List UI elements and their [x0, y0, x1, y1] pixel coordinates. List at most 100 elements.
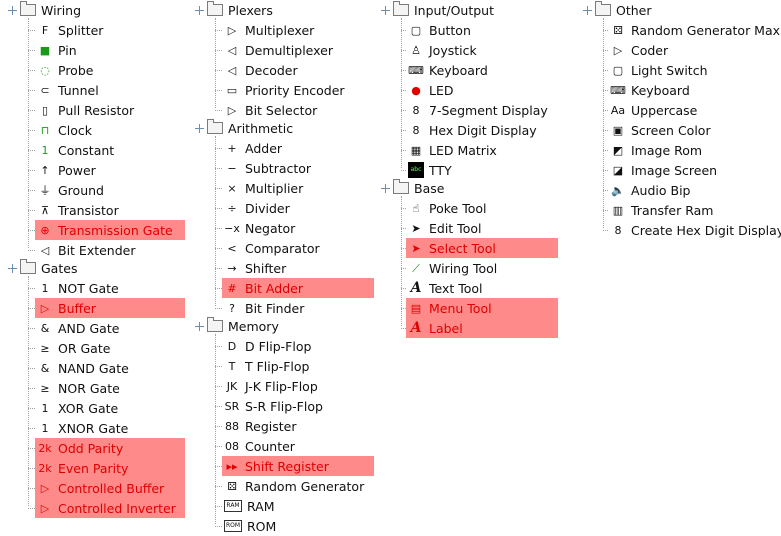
tree-item-tty[interactable]: abc TTY: [406, 160, 456, 180]
tree-item-constant[interactable]: 1 Constant: [35, 140, 118, 160]
group-arithmetic[interactable]: Arithmetic: [195, 118, 293, 138]
tree-item-random-generator-max[interactable]: ⚄ Random Generator Max: [608, 20, 781, 40]
tree-item-image-rom[interactable]: ◩ Image Rom: [608, 140, 706, 160]
tree-item-joystick[interactable]: ♙ Joystick: [406, 40, 481, 60]
tree-item-ram[interactable]: RAM RAM: [222, 496, 279, 516]
tree-item-multiplexer[interactable]: ▷ Multiplexer: [222, 20, 318, 40]
expand-toggle-icon[interactable]: [381, 183, 390, 193]
tree-item-not-gate[interactable]: 1 NOT Gate: [35, 278, 123, 298]
tree-item-bit-finder[interactable]: ? Bit Finder: [222, 298, 308, 318]
group-wiring[interactable]: Wiring: [8, 0, 81, 20]
tree-connector: [215, 526, 222, 527]
tree-item-tunnel[interactable]: ⊂ Tunnel: [35, 80, 103, 100]
tree-item-s-r-flip-flop[interactable]: SR S-R Flip-Flop: [222, 396, 327, 416]
tree-item-led[interactable]: ● LED: [406, 80, 458, 100]
tree-item-transistor[interactable]: ⊼ Transistor: [35, 200, 123, 220]
tree-item-pull-resistor[interactable]: ▯ Pull Resistor: [35, 100, 138, 120]
tree-item-image-screen[interactable]: ◪ Image Screen: [608, 160, 721, 180]
group-title: Other: [616, 2, 652, 18]
tree-item-counter[interactable]: 08 Counter: [222, 436, 299, 456]
tree-item-power[interactable]: ↑ Power: [35, 160, 100, 180]
tree-item-xor-gate[interactable]: 1 XOR Gate: [35, 398, 122, 418]
tree-item-subtractor[interactable]: − Subtractor: [222, 158, 315, 178]
tree-connector: [215, 288, 222, 289]
tree-item-bit-selector[interactable]: ▷ Bit Selector: [222, 100, 321, 120]
tree-item-adder[interactable]: + Adder: [222, 138, 286, 158]
group-memory[interactable]: Memory: [195, 316, 279, 336]
tree-item-coder[interactable]: ▷ Coder: [608, 40, 672, 60]
tree-item-controlled-inverter[interactable]: ▷ Controlled Inverter: [35, 498, 185, 518]
tree-item-shifter[interactable]: → Shifter: [222, 258, 290, 278]
tree-item-nor-gate[interactable]: ≥ NOR Gate: [35, 378, 124, 398]
tree-item-poke-tool[interactable]: ☝ Poke Tool: [406, 198, 490, 218]
tree-item-random-generator[interactable]: ⚄ Random Generator: [222, 476, 368, 496]
tree-item-comparator[interactable]: < Comparator: [222, 238, 324, 258]
tree-item-bit-extender[interactable]: ◁ Bit Extender: [35, 240, 140, 260]
group-plexers[interactable]: Plexers: [195, 0, 273, 20]
tree-item-odd-parity[interactable]: 2k Odd Parity: [35, 438, 185, 458]
expand-toggle-icon[interactable]: [583, 5, 592, 15]
tree-item-7-segment-display[interactable]: 8 7-Segment Display: [406, 100, 552, 120]
expand-toggle-icon[interactable]: [8, 263, 17, 273]
random-generator-max-icon: ⚄: [613, 23, 623, 37]
tree-item-shift-register[interactable]: ▸▸ Shift Register: [222, 456, 374, 476]
tree-item-clock[interactable]: ⊓ Clock: [35, 120, 96, 140]
tree-item-hex-digit-display[interactable]: 8 Hex Digit Display: [406, 120, 541, 140]
tree-item-j-k-flip-flop[interactable]: JK J-K Flip-Flop: [222, 376, 322, 396]
tree-item-led-matrix[interactable]: ▦ LED Matrix: [406, 140, 501, 160]
tree-item-priority-encoder[interactable]: ▭ Priority Encoder: [222, 80, 349, 100]
tree-item-light-switch[interactable]: ▢ Light Switch: [608, 60, 712, 80]
tree-item-menu-tool[interactable]: ▤ Menu Tool: [406, 298, 558, 318]
tree-item-demultiplexer[interactable]: ◁ Demultiplexer: [222, 40, 337, 60]
tree-connector: [28, 308, 35, 309]
tree-item-even-parity[interactable]: 2k Even Parity: [35, 458, 185, 478]
expand-toggle-icon[interactable]: [195, 5, 204, 15]
tree-item-controlled-buffer[interactable]: ▷ Controlled Buffer: [35, 478, 185, 498]
tree-item-keyboard[interactable]: ⌨ Keyboard: [406, 60, 492, 80]
tree-item-nand-gate[interactable]: & NAND Gate: [35, 358, 133, 378]
tree-item-create-hex-digit-display[interactable]: 8 Create Hex Digit Display: [608, 220, 781, 240]
tree-item-buffer[interactable]: ▷ Buffer: [35, 298, 185, 318]
tree-item-or-gate[interactable]: ≥ OR Gate: [35, 338, 114, 358]
tree-item-and-gate[interactable]: & AND Gate: [35, 318, 123, 338]
expand-toggle-icon[interactable]: [8, 5, 17, 15]
tree-item-splitter[interactable]: F Splitter: [35, 20, 107, 40]
select-tool-icon: ➤: [411, 241, 421, 255]
tree-item-ground[interactable]: ⏚ Ground: [35, 180, 108, 200]
group-title: Memory: [228, 318, 279, 334]
tree-item-label: Create Hex Digit Display: [631, 222, 781, 238]
tree-item-transmission-gate[interactable]: ⊕ Transmission Gate: [35, 220, 185, 240]
expand-toggle-icon[interactable]: [195, 321, 204, 331]
tree-item-register[interactable]: 88 Register: [222, 416, 300, 436]
expand-toggle-icon[interactable]: [381, 5, 390, 15]
tree-item-wiring-tool[interactable]: ⟋ Wiring Tool: [406, 258, 501, 278]
tree-item-divider[interactable]: ÷ Divider: [222, 198, 294, 218]
tree-item-probe[interactable]: ◌ Probe: [35, 60, 97, 80]
tree-connector: [28, 210, 35, 211]
group-base[interactable]: Base: [381, 178, 444, 198]
tree-item-multiplier[interactable]: × Multiplier: [222, 178, 307, 198]
tree-item-label[interactable]: A Label: [406, 318, 558, 338]
tree-item-screen-color[interactable]: ▣ Screen Color: [608, 120, 715, 140]
tree-item-pin[interactable]: ■ Pin: [35, 40, 81, 60]
tree-item-keyboard[interactable]: ⌨ Keyboard: [608, 80, 694, 100]
tree-item-rom[interactable]: ROM ROM: [222, 516, 280, 536]
tree-item-bit-adder[interactable]: # Bit Adder: [222, 278, 374, 298]
expand-toggle-icon[interactable]: [195, 123, 204, 133]
tree-item-decoder[interactable]: ◁ Decoder: [222, 60, 302, 80]
group-gates[interactable]: Gates: [8, 258, 77, 278]
tree-item-text-tool[interactable]: A Text Tool: [406, 278, 487, 298]
tree-item-uppercase[interactable]: Aa Uppercase: [608, 100, 701, 120]
tree-item-d-flip-flop[interactable]: D D Flip-Flop: [222, 336, 315, 356]
tree-connector: [215, 208, 222, 209]
tree-item-edit-tool[interactable]: ➤ Edit Tool: [406, 218, 485, 238]
group-io[interactable]: Input/Output: [381, 0, 494, 20]
tree-item-select-tool[interactable]: ➤ Select Tool: [406, 238, 558, 258]
tree-item-audio-bip[interactable]: 🔈 Audio Bip: [608, 180, 695, 200]
tree-item-button[interactable]: ▢ Button: [406, 20, 475, 40]
tree-item-t-flip-flop[interactable]: T T Flip-Flop: [222, 356, 313, 376]
tree-item-transfer-ram[interactable]: ▥ Transfer Ram: [608, 200, 717, 220]
group-other[interactable]: Other: [583, 0, 652, 20]
tree-item-negator[interactable]: −x Negator: [222, 218, 299, 238]
tree-item-xnor-gate[interactable]: 1 XNOR Gate: [35, 418, 132, 438]
